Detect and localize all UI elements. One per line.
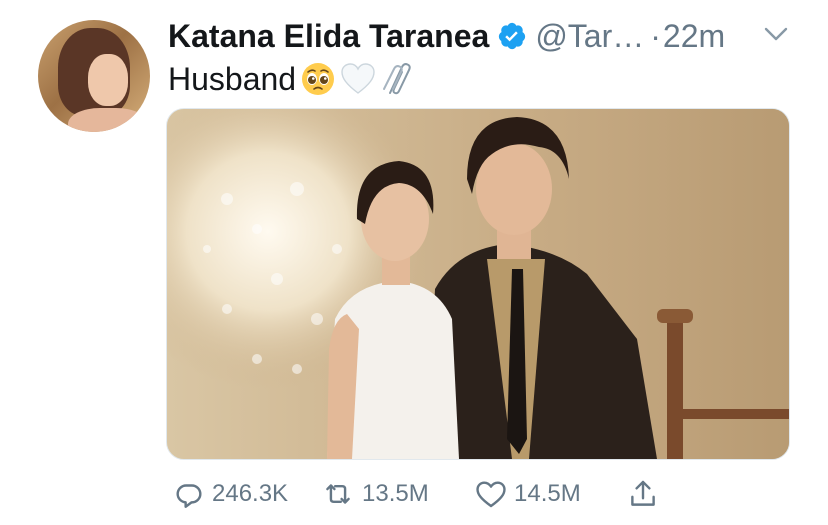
timestamp[interactable]: 22m xyxy=(663,18,725,55)
verified-badge-icon xyxy=(497,21,527,51)
reply-count: 246.3K xyxy=(212,480,289,507)
photo-illustration xyxy=(167,109,789,459)
paperclips-emoji-icon xyxy=(380,61,416,97)
handle[interactable]: @Tar… xyxy=(535,18,644,55)
avatar[interactable] xyxy=(38,20,150,132)
tweet-actions: 246.3K 13.5M 14.5M xyxy=(168,476,668,512)
like-action[interactable]: 14.5M xyxy=(474,476,581,512)
retweet-action[interactable]: 13.5M xyxy=(320,476,429,512)
like-count: 14.5M xyxy=(514,480,581,507)
reply-action[interactable]: 246.3K xyxy=(172,476,288,512)
chevron-down-icon[interactable] xyxy=(764,26,788,44)
tweet-text: Husband xyxy=(168,60,297,97)
display-name[interactable]: Katana Elida Taranea xyxy=(168,18,489,55)
reply-icon[interactable] xyxy=(172,477,206,511)
tweet-photo[interactable] xyxy=(166,108,790,460)
share-icon[interactable] xyxy=(626,477,660,511)
share-action[interactable] xyxy=(626,476,660,512)
separator-dot: · xyxy=(650,17,661,54)
avatar-shoulder xyxy=(68,108,148,132)
tweet[interactable]: Katana Elida Taranea @Tar… · 22m Husband xyxy=(0,0,828,525)
heart-icon[interactable] xyxy=(474,477,508,511)
retweet-count: 13.5M xyxy=(362,480,429,507)
white-heart-emoji-icon xyxy=(340,61,376,97)
retweet-icon[interactable] xyxy=(320,477,356,511)
pleading-face-emoji-icon xyxy=(300,61,336,97)
avatar-face xyxy=(88,54,128,106)
tweet-header: Katana Elida Taranea @Tar… · 22m xyxy=(168,14,725,58)
tweet-text-row: Husband xyxy=(168,57,416,101)
